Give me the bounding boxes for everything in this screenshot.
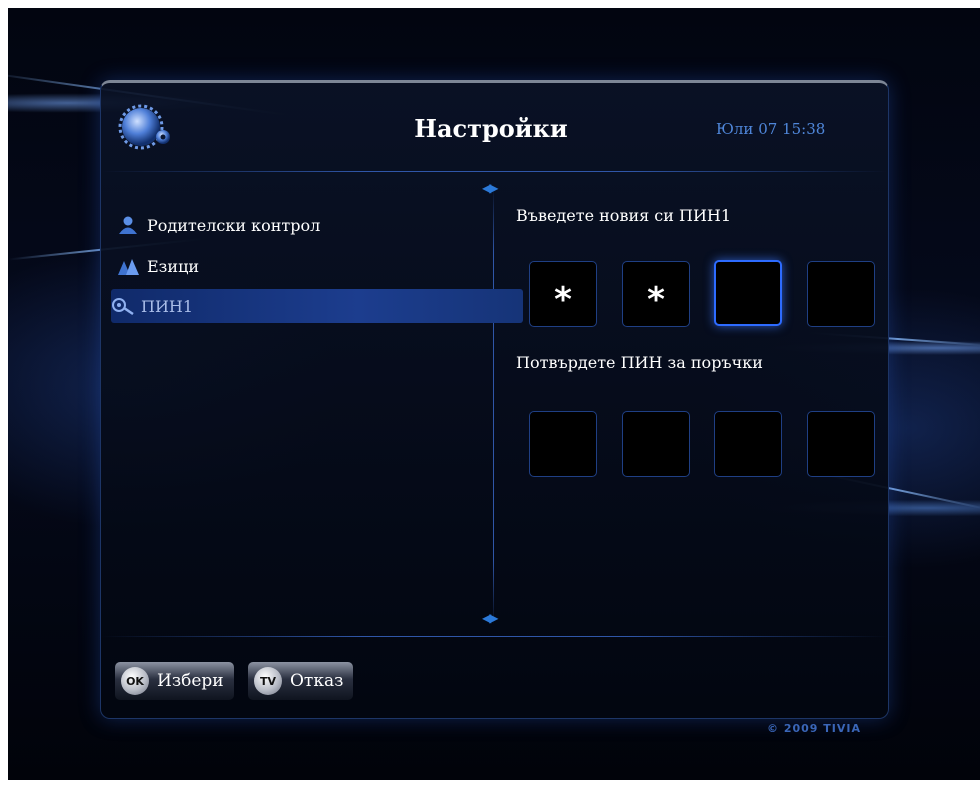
confirm-pin-digit-1[interactable] [529, 411, 597, 477]
select-button-label: Избери [157, 671, 224, 691]
new-pin-digit-2[interactable]: * [622, 261, 690, 327]
sidebar-item-label: Родителски контрол [147, 215, 321, 235]
cancel-button-label: Отказ [290, 671, 344, 691]
sidebar-item-parental-control[interactable]: Родителски контрол [117, 208, 517, 242]
sidebar-item-pin1[interactable]: ПИН1 [111, 289, 523, 323]
confirm-pin-prompt: Потвърдете ПИН за поръчки [516, 353, 763, 372]
languages-icon [117, 256, 141, 276]
new-pin-digit-1[interactable]: * [529, 261, 597, 327]
copyright-text: © 2009 TIVIA [767, 722, 861, 735]
footer-divider [101, 636, 888, 637]
select-button[interactable]: OK Избери [115, 662, 234, 700]
new-pin-digit-4[interactable] [807, 261, 875, 327]
cancel-button[interactable]: TV Отказ [248, 662, 354, 700]
confirm-pin-digit-4[interactable] [807, 411, 875, 477]
header-divider [101, 171, 888, 172]
bottom-nav-arrows-icon: ◀▶ [482, 611, 499, 625]
settings-panel: Настройки Юли 07 15:38 ◀▶ ◀▶ Родителски … [100, 80, 889, 719]
tv-key-icon: TV [254, 667, 282, 695]
confirm-pin-digit-2[interactable] [622, 411, 690, 477]
confirm-pin-digit-3[interactable] [714, 411, 782, 477]
page-title: Настройки [414, 114, 568, 143]
ok-key-icon: OK [121, 667, 149, 695]
person-icon [117, 215, 141, 235]
pin-key-icon [111, 296, 135, 316]
sidebar-item-label: ПИН1 [141, 296, 194, 316]
new-pin-digit-3[interactable] [714, 260, 782, 326]
gear-logo-icon [115, 103, 175, 153]
clock-display: Юли 07 15:38 [716, 120, 826, 138]
sidebar-item-languages[interactable]: Езици [117, 249, 517, 283]
new-pin-prompt: Въведете новия си ПИН1 [516, 206, 732, 225]
top-nav-arrows-icon: ◀▶ [482, 181, 499, 195]
sidebar-item-label: Езици [147, 256, 200, 276]
